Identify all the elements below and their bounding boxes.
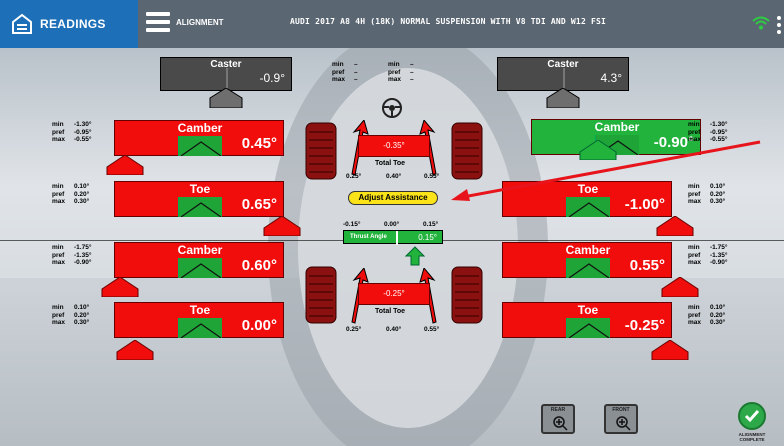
front-left-toe-pointer <box>263 216 301 236</box>
zoom-in-icon <box>616 416 631 431</box>
rear-right-toe-pointer <box>651 340 689 360</box>
gauge-title: Camber <box>177 121 223 135</box>
wifi-icon <box>752 16 770 30</box>
front-left-toe-spec: min 0.10° pref 0.20° max 0.30° <box>52 183 90 205</box>
front-left-toe-gauge[interactable]: Toe 0.65° <box>114 181 284 217</box>
thrust-pref: 0.00° <box>384 221 400 228</box>
caster-right-pointer <box>546 88 580 108</box>
annotation-arrow <box>451 140 761 201</box>
alignment-complete-label: ALIGNMENT COMPLETE <box>738 432 766 442</box>
front-total-toe-value: -0.35° <box>358 135 430 157</box>
front-left-camber-spec: min -1.30° pref -0.95° max -0.55° <box>52 121 92 143</box>
rear-total-toe-label: Total Toe <box>375 308 406 315</box>
gauge-value: 0.00° <box>241 317 277 334</box>
adjust-assistance-button[interactable]: Adjust Assistance <box>348 191 438 205</box>
thrust-min: -0.15° <box>343 221 361 228</box>
rear-toe-min: 0.25° <box>346 326 362 333</box>
thrust-pointer-icon <box>405 246 425 266</box>
tab-alignment[interactable]: ALIGNMENT <box>176 18 224 27</box>
front-left-tire-icon <box>305 122 337 180</box>
rear-right-camber-spec: min -1.75° pref -1.35° max -0.90° <box>688 244 728 266</box>
rear-right-toe-spec: min 0.10° pref 0.20° max 0.30° <box>688 304 726 326</box>
thrust-label: Thrust Angle <box>350 234 387 240</box>
gauge-value: -0.25° <box>624 317 665 334</box>
gauge-title: Camber <box>565 243 611 257</box>
front-left-camber-gauge[interactable]: Camber 0.45° <box>114 120 284 156</box>
menu-icon[interactable] <box>146 12 170 34</box>
front-toe-min: 0.25° <box>346 173 362 180</box>
tab-readings[interactable]: READINGS <box>0 0 138 48</box>
rear-right-toe-gauge[interactable]: Toe -0.25° <box>502 302 672 338</box>
front-left-camber-pointer <box>106 155 144 175</box>
gauge-title: Toe <box>189 182 211 196</box>
rear-left-camber-gauge[interactable]: Camber 0.60° <box>114 242 284 278</box>
gauge-title: Camber <box>594 120 640 134</box>
thrust-max: 0.15° <box>423 221 439 228</box>
rear-toe-max: 0.55° <box>424 326 440 333</box>
home-icon <box>12 13 32 34</box>
tab-readings-label: READINGS <box>40 17 106 31</box>
rear-left-toe-spec: min 0.10° pref 0.20° max 0.30° <box>52 304 90 326</box>
vehicle-title: AUDI 2017 A8 4H (18K) NORMAL SUSPENSION … <box>290 17 607 26</box>
caster-right-value: 4.3° <box>600 71 622 85</box>
rear-left-toe-gauge[interactable]: Toe 0.00° <box>114 302 284 338</box>
checkmark-icon <box>744 410 760 423</box>
rear-right-tire-icon <box>451 266 483 324</box>
rear-left-tire-icon <box>305 266 337 324</box>
caster-right-title: Caster <box>547 59 579 70</box>
rear-zoom-button[interactable]: REAR <box>541 404 575 434</box>
caster-center-spec: min – min – pref – pref – max – max – <box>332 61 414 83</box>
rear-left-camber-pointer <box>101 277 139 297</box>
zoom-in-icon <box>553 416 568 431</box>
steering-wheel-icon <box>382 98 402 118</box>
gauge-value: 0.55° <box>629 257 665 274</box>
rear-right-camber-pointer <box>661 277 699 297</box>
gauge-value: 0.45° <box>241 135 277 152</box>
caster-left-gauge[interactable]: Caster -0.9° <box>160 57 292 92</box>
gauge-title: Toe <box>189 303 211 317</box>
front-toe-pref: 0.40° <box>386 173 402 180</box>
caster-right-gauge[interactable]: Caster 4.3° <box>497 57 629 92</box>
front-zoom-button[interactable]: FRONT <box>604 404 638 434</box>
caster-left-value: -0.9° <box>259 71 285 85</box>
gauge-title: Toe <box>577 303 599 317</box>
rear-total-toe-value: -0.25° <box>358 283 430 305</box>
top-bar: READINGS ALIGNMENT AUDI 2017 A8 4H (18K)… <box>0 0 784 48</box>
caster-left-title: Caster <box>210 59 242 70</box>
caster-left-pointer <box>209 88 243 108</box>
front-toe-max: 0.55° <box>424 173 440 180</box>
front-total-toe-label: Total Toe <box>375 160 406 167</box>
thrust-angle-gauge[interactable]: Thrust Angle 0.15° <box>343 230 443 245</box>
alignment-complete-button[interactable] <box>738 402 766 430</box>
more-options-icon[interactable] <box>777 16 781 37</box>
rear-right-camber-gauge[interactable]: Camber 0.55° <box>502 242 672 278</box>
thrust-value: 0.15° <box>418 233 437 242</box>
gauge-value: 0.65° <box>241 196 277 213</box>
gauge-value: 0.60° <box>241 257 277 274</box>
rear-left-toe-pointer <box>116 340 154 360</box>
rear-toe-pref: 0.40° <box>386 326 402 333</box>
front-right-toe-pointer <box>656 216 694 236</box>
gauge-title: Camber <box>177 243 223 257</box>
rear-left-camber-spec: min -1.75° pref -1.35° max -0.90° <box>52 244 92 266</box>
